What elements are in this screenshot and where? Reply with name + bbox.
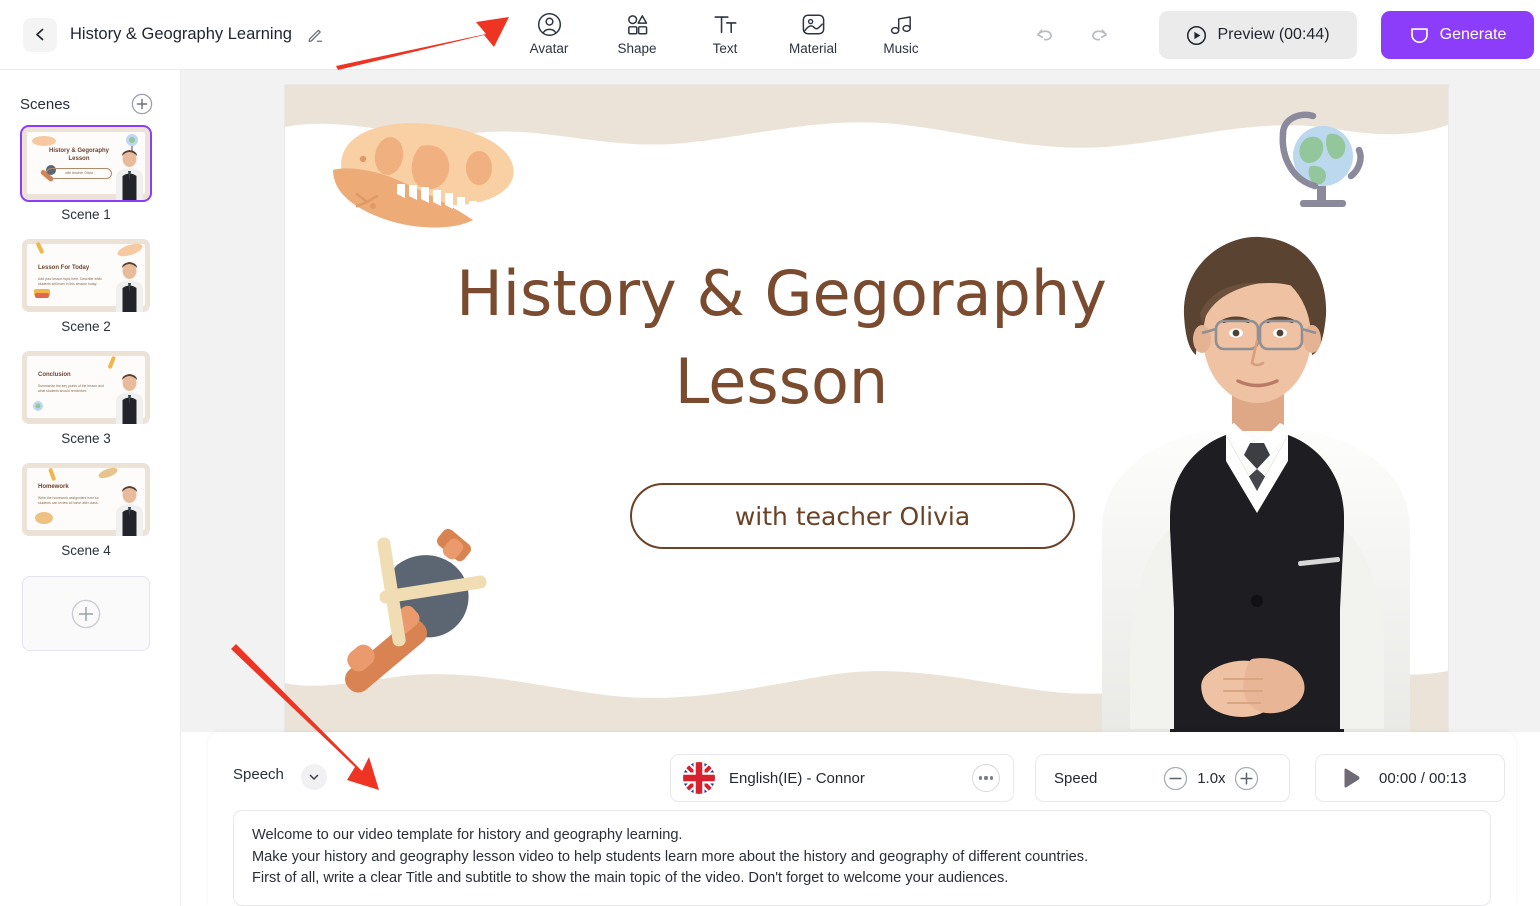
undo-button[interactable]	[1028, 18, 1062, 52]
avatar-icon	[537, 12, 561, 37]
audio-player[interactable]: 00:00 / 00:13	[1315, 754, 1505, 802]
text-icon	[714, 16, 736, 34]
tool-music[interactable]: Music	[857, 6, 945, 56]
add-scene-button[interactable]	[22, 576, 150, 651]
scene-2-mini-body: Add your lesson topic here. Describe wha…	[38, 277, 102, 286]
scene-2-avatar	[116, 262, 143, 312]
scenes-header: Scenes	[20, 93, 153, 115]
pencil-icon	[308, 29, 323, 43]
scene-3-mini-title: Conclusion	[38, 372, 71, 378]
scene-4-mini-body: Write the homework assignment here so st…	[38, 496, 99, 505]
audio-time: 00:00 / 00:13	[1379, 769, 1467, 787]
preview-button[interactable]: Preview (00:44)	[1159, 11, 1357, 59]
generate-button[interactable]: Generate	[1381, 11, 1534, 59]
speech-script-input[interactable]: Welcome to our video template for histor…	[233, 810, 1491, 906]
top-toolbar: History & Geography Learning Avatar Shap…	[0, 0, 1540, 70]
voice-name: English(IE) - Connor	[729, 769, 865, 787]
scene-1-mini-body: with teacher Olivia	[46, 168, 112, 179]
script-line-1: Welcome to our video template for histor…	[252, 827, 683, 843]
undo-icon	[1036, 29, 1052, 41]
redo-button[interactable]	[1082, 18, 1116, 52]
scene-2-mini-title: Lesson For Today	[38, 265, 90, 271]
tool-text[interactable]: Text	[681, 6, 769, 56]
play-button[interactable]	[1342, 768, 1361, 788]
tool-avatar[interactable]: Avatar	[505, 6, 593, 56]
speech-collapse-button[interactable]	[301, 764, 327, 790]
scene-thumbnail-1[interactable]: History & Gegoraphy Lesson with teacher …	[20, 125, 152, 202]
speed-increase-button[interactable]	[1234, 766, 1259, 791]
dinosaur-skull-illustration	[333, 123, 514, 228]
presenter-avatar[interactable]	[1074, 229, 1434, 739]
globe-illustration	[1279, 111, 1364, 207]
music-note-icon	[890, 16, 911, 35]
tool-text-label: Text	[712, 41, 738, 56]
plus-circle-icon	[71, 599, 101, 628]
scene-thumbnail-2[interactable]: Lesson For Today Add your lesson topic h…	[22, 239, 150, 312]
slide-canvas[interactable]: History & Gegoraphy Lesson with teacher …	[285, 85, 1448, 739]
minus-circle-icon	[1164, 766, 1188, 790]
project-title: History & Geography Learning	[70, 25, 292, 43]
slide-subtitle-pill[interactable]: with teacher Olivia	[630, 483, 1075, 549]
scene-thumbnail-4[interactable]: Homework Write the homework assignment h…	[22, 463, 150, 536]
generate-icon	[1410, 27, 1428, 43]
voice-more-button[interactable]	[972, 764, 1000, 792]
generate-label: Generate	[1439, 26, 1507, 43]
scene-item-1[interactable]: History & Gegoraphy Lesson with teacher …	[20, 125, 152, 222]
speech-label: Speech	[233, 766, 284, 783]
slide-subtitle-text: with teacher Olivia	[734, 501, 971, 531]
plus-circle-icon	[1235, 766, 1259, 790]
stone-hammer-illustration	[345, 528, 487, 693]
script-line-2: Make your history and geography lesson v…	[252, 848, 1089, 865]
scenes-sidebar: Scenes History & Gegoraphy Lesson with t…	[0, 70, 181, 906]
speech-panel: Speech English(IE) - Connor Speed 1.0x 0…	[208, 732, 1516, 906]
scene-item-4[interactable]: Homework Write the homework assignment h…	[22, 463, 150, 558]
play-icon	[1344, 768, 1360, 788]
material-image-icon	[802, 14, 824, 35]
chevron-left-icon	[35, 28, 43, 41]
chevron-down-icon	[309, 774, 319, 780]
speed-label: Speed	[1054, 769, 1098, 787]
more-dot	[978, 776, 982, 780]
plus-circle-icon	[131, 93, 153, 115]
tool-shape[interactable]: Shape	[593, 6, 681, 56]
scene-item-2[interactable]: Lesson For Today Add your lesson topic h…	[22, 239, 150, 334]
speech-controls-row: Speech English(IE) - Connor Speed 1.0x 0…	[208, 754, 1516, 802]
preview-label: Preview (00:44)	[1217, 26, 1330, 43]
speed-control: Speed 1.0x	[1035, 754, 1290, 802]
edit-title-button[interactable]	[306, 25, 325, 44]
speed-decrease-button[interactable]	[1163, 766, 1188, 791]
scene-3-avatar	[116, 374, 143, 424]
tool-material[interactable]: Material	[769, 6, 857, 56]
add-scene-top-button[interactable]	[131, 93, 153, 115]
play-circle-icon	[1187, 25, 1207, 45]
more-dot	[984, 776, 988, 780]
shape-icon	[627, 15, 647, 35]
uk-flag-icon	[683, 762, 715, 794]
scene-label-3: Scene 3	[61, 431, 111, 446]
speed-value: 1.0x	[1197, 769, 1226, 787]
scene-item-3[interactable]: Conclusion Summarize the key points of t…	[22, 351, 150, 446]
scene-1-avatar	[116, 150, 143, 200]
scene-thumbnail-3[interactable]: Conclusion Summarize the key points of t…	[22, 351, 150, 424]
tool-shape-label: Shape	[617, 41, 657, 56]
scene-4-avatar	[116, 486, 143, 536]
scenes-title: Scenes	[20, 95, 71, 113]
scene-1-mini-title: History & Gegoraphy Lesson	[48, 148, 109, 162]
scene-label-1: Scene 1	[61, 207, 111, 222]
scene-4-mini-title: Homework	[38, 484, 69, 490]
more-dot	[990, 776, 994, 780]
scene-3-mini-body: Summarize the key points of the lesson a…	[38, 384, 104, 393]
tool-avatar-label: Avatar	[529, 41, 569, 56]
tool-material-label: Material	[788, 41, 837, 56]
scene-label-2: Scene 2	[61, 319, 111, 334]
scene-label-4: Scene 4	[61, 543, 111, 558]
history-controls	[1028, 18, 1116, 52]
redo-icon	[1092, 29, 1108, 41]
voice-selector[interactable]: English(IE) - Connor	[670, 754, 1014, 802]
tool-music-label: Music	[883, 41, 919, 56]
script-line-3: First of all, write a clear Title and su…	[252, 870, 1009, 886]
tool-group: Avatar Shape Text Material Music	[505, 6, 945, 56]
canvas-stage: History & Gegoraphy Lesson with teacher …	[181, 70, 1540, 739]
back-button[interactable]	[23, 17, 57, 52]
